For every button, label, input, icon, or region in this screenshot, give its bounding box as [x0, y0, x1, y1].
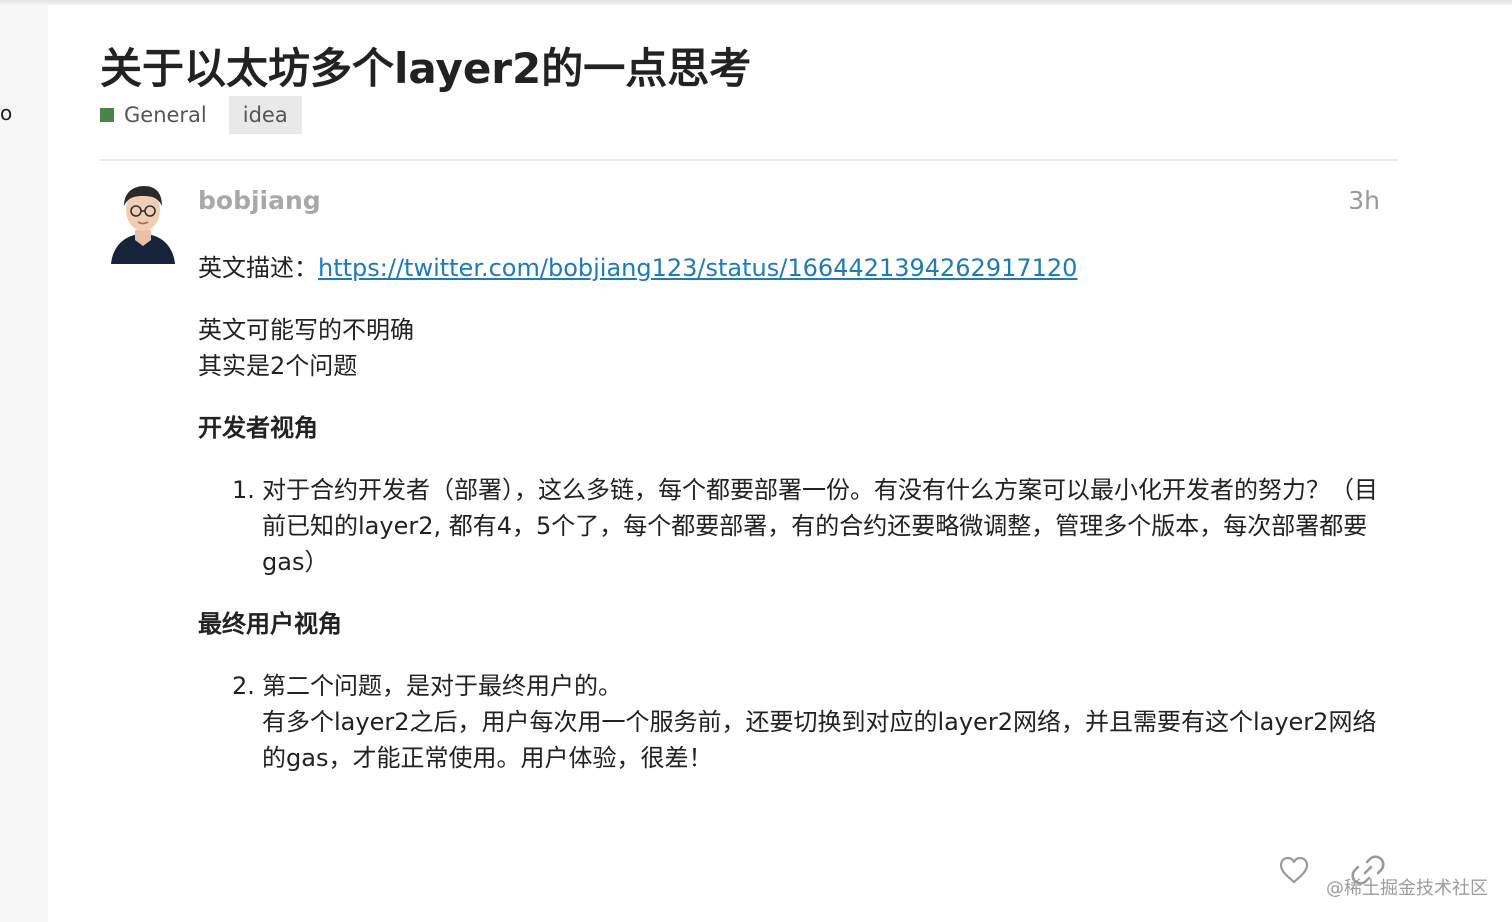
- user-avatar-icon[interactable]: [109, 184, 177, 266]
- heading-developer: 开发者视角: [198, 414, 318, 442]
- list-item-text: 对于合约开发者（部署），这么多链，每个都要部署一份。有没有什么方案可以最小化开发…: [262, 476, 1378, 576]
- link-paragraph: 英文描述：https://twitter.com/bobjiang123/sta…: [198, 250, 1388, 286]
- intro-paragraph: 英文可能写的不明确 其实是2个问题: [198, 312, 1388, 384]
- list-number: 1.: [232, 476, 255, 504]
- category-badge[interactable]: General: [100, 103, 207, 127]
- post-author[interactable]: bobjiang: [198, 184, 321, 218]
- list-number: 2.: [232, 672, 255, 700]
- left-sidebar: o: [0, 5, 48, 922]
- list-item: 2. 第二个问题，是对于最终用户的。 有多个layer2之后，用户每次用一个服务…: [232, 668, 1388, 776]
- list-item-line-1: 第二个问题，是对于最终用户的。: [262, 672, 622, 700]
- intro-line-2: 其实是2个问题: [198, 352, 358, 380]
- top-border: [0, 0, 1512, 5]
- link-prefix: 英文描述：: [198, 254, 318, 282]
- post-body: 英文描述：https://twitter.com/bobjiang123/sta…: [198, 250, 1388, 802]
- list-item: 1. 对于合约开发者（部署），这么多链，每个都要部署一份。有没有什么方案可以最小…: [232, 472, 1388, 580]
- sidebar-partial-text: o: [0, 101, 13, 125]
- post-time[interactable]: 3h: [1340, 184, 1380, 218]
- topic-title[interactable]: 关于以太坊多个layer2的一点思考: [100, 40, 751, 98]
- intro-line-1: 英文可能写的不明确: [198, 316, 414, 344]
- title-divider: [100, 159, 1398, 161]
- heart-icon[interactable]: [1276, 852, 1312, 888]
- heading-end-user: 最终用户视角: [198, 610, 342, 638]
- tag-idea[interactable]: idea: [228, 96, 302, 134]
- list-item-line-2: 有多个layer2之后，用户每次用一个服务前，还要切换到对应的layer2网络，…: [262, 708, 1377, 772]
- category-name: General: [124, 103, 207, 127]
- topic-category-row: General idea: [100, 96, 302, 134]
- category-color-swatch: [100, 108, 114, 122]
- watermark-text: @稀土掘金技术社区: [1326, 878, 1488, 899]
- list-item-text: 第二个问题，是对于最终用户的。 有多个layer2之后，用户每次用一个服务前，还…: [262, 668, 1388, 776]
- twitter-link[interactable]: https://twitter.com/bobjiang123/status/1…: [318, 254, 1077, 282]
